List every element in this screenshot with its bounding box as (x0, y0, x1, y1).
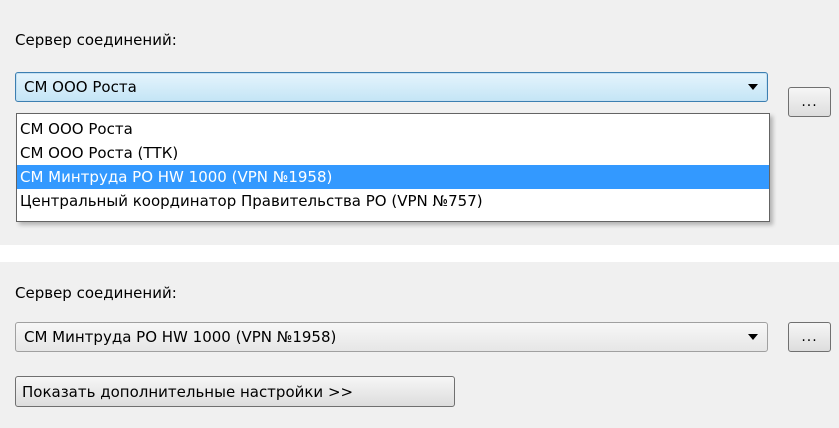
dropdown-option-rosta-ttk[interactable]: СМ ООО Роста (ТТК) (17, 141, 769, 165)
server-label-bottom: Сервер соединений: (15, 284, 177, 302)
browse-button-bottom[interactable]: ... (788, 322, 831, 352)
dropdown-arrow-icon[interactable] (739, 323, 767, 351)
dropdown-arrow-icon[interactable] (739, 73, 767, 101)
server-combobox-top[interactable]: СМ ООО Роста (15, 72, 768, 102)
browse-button-top[interactable]: ... (788, 87, 831, 117)
dropdown-option-central-coordinator[interactable]: Центральный координатор Правительства РО… (17, 189, 769, 213)
dropdown-option-rosta[interactable]: СМ ООО Роста (17, 117, 769, 141)
server-dropdown-list: СМ ООО Роста СМ ООО Роста (ТТК) СМ Минтр… (16, 113, 770, 222)
show-more-settings-button[interactable]: Показать дополнительные настройки >> (15, 376, 455, 407)
server-combobox-value: СМ Минтруда РО HW 1000 (VPN №1958) (24, 328, 337, 346)
server-label-top: Сервер соединений: (15, 31, 177, 49)
server-combobox-bottom[interactable]: СМ Минтруда РО HW 1000 (VPN №1958) (15, 322, 768, 352)
server-combobox-value: СМ ООО Роста (24, 78, 137, 96)
dropdown-option-mintruda[interactable]: СМ Минтруда РО HW 1000 (VPN №1958) (17, 165, 769, 189)
